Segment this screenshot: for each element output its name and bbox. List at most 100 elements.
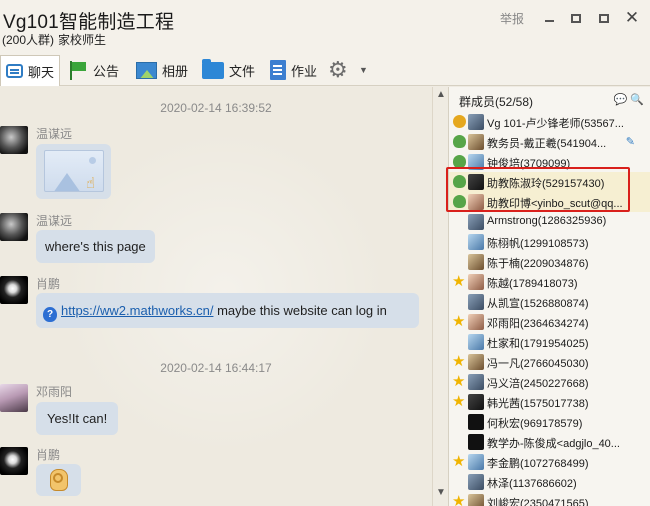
message-sender: 温谋远: [36, 214, 73, 228]
member-row[interactable]: 杜家和(1791954025): [449, 332, 650, 352]
member-name: Armstrong(1286325936): [487, 215, 607, 227]
folder-icon: [202, 58, 224, 79]
document-icon: [270, 60, 286, 80]
text-message: Yes!It can!: [36, 402, 119, 435]
member-row[interactable]: ★ 陈越(1789418073): [449, 272, 650, 292]
member-panel-tools: 💬 🔍: [611, 93, 644, 106]
member-name: 陈于楠(2209034876): [487, 258, 589, 270]
member-row[interactable]: ★ 刘峻宏(2350471565): [449, 492, 650, 506]
avatar: [468, 494, 484, 506]
member-row[interactable]: Vg 101-卢少锋老师(53567...: [449, 112, 650, 132]
avatar: [468, 314, 484, 330]
close-icon[interactable]: ✕: [623, 8, 641, 27]
member-name: 刘峻宏(2350471565): [487, 498, 589, 506]
pointer-hand-icon: ☝: [86, 175, 96, 192]
avatar: [468, 474, 484, 490]
member-row[interactable]: 教务员-戴正羲(541904... ✎: [449, 132, 650, 152]
owner-badge-icon: [453, 115, 466, 128]
member-row[interactable]: ★ 冯一凡(2766045030): [449, 352, 650, 372]
avatar: [468, 254, 484, 270]
member-name: 韩光茜(1575017738): [487, 398, 589, 410]
photo-icon: [136, 61, 157, 79]
member-name: 何秋宏(969178579): [487, 418, 583, 430]
tab-notice[interactable]: 公告: [68, 55, 119, 85]
avatar: [468, 294, 484, 310]
tab-homework[interactable]: 作业: [270, 55, 317, 85]
message-sender: 肖鹏: [36, 277, 61, 291]
member-row[interactable]: Armstrong(1286325936): [449, 212, 650, 232]
edit-icon[interactable]: ✎: [626, 135, 635, 148]
member-name: 杜家和(1791954025): [487, 338, 589, 350]
star-badge-icon: ★: [452, 373, 466, 390]
member-row[interactable]: 教学办-陈俊成<adgjlo_40...: [449, 432, 650, 452]
star-badge-icon: ★: [452, 493, 466, 506]
avatar: [468, 334, 484, 350]
group-title: Vg101智能制造工程: [3, 12, 175, 33]
member-panel: 群成员(52/58) 💬 🔍 Vg 101-卢少锋老师(53567... 教务员-…: [448, 87, 650, 506]
tab-file[interactable]: 文件: [202, 55, 255, 85]
restore-icon[interactable]: [595, 9, 613, 27]
chat-bubble-icon[interactable]: 💬: [614, 94, 628, 106]
avatar[interactable]: [0, 126, 28, 154]
avatar[interactable]: [0, 447, 28, 475]
settings-menu-button[interactable]: ⚙ ▼: [328, 55, 368, 85]
member-row[interactable]: 林泽(1137686602): [449, 472, 650, 492]
group-type: 家校师生: [58, 33, 107, 47]
tab-file-label: 文件: [229, 63, 256, 79]
group-subtitle: (200人群) 家校师生: [2, 31, 106, 48]
search-icon[interactable]: 🔍: [630, 94, 644, 106]
tab-album[interactable]: 相册: [136, 55, 188, 85]
flag-icon: [68, 60, 88, 80]
avatar: [468, 374, 484, 390]
member-row[interactable]: 陈栩帆(1299108573): [449, 232, 650, 252]
avatar[interactable]: [0, 276, 28, 304]
star-badge-icon: ★: [452, 353, 466, 370]
member-row[interactable]: 从凯宣(1526880874): [449, 292, 650, 312]
avatar: [468, 354, 484, 370]
avatar: [468, 274, 484, 290]
message-sender: 肖鹏: [36, 448, 61, 462]
member-name: 从凯宣(1526880874): [487, 298, 589, 310]
tab-chat[interactable]: 聊天: [0, 55, 60, 86]
member-row[interactable]: 何秋宏(969178579): [449, 412, 650, 432]
member-row[interactable]: ★ 邓雨阳(2364634274): [449, 312, 650, 332]
chat-message-area[interactable]: 2020-02-14 16:39:52 温谋远 ☝ 温谋远 where's th…: [0, 87, 432, 506]
avatar: [468, 114, 484, 130]
chevron-down-icon: ▼: [359, 65, 368, 75]
message-timestamp: 2020-02-14 16:39:52: [160, 101, 272, 115]
member-name: 林泽(1137686602): [487, 478, 577, 490]
member-name: 邓雨阳(2364634274): [487, 318, 589, 330]
panel-splitter[interactable]: ▲ ▼: [432, 87, 448, 506]
window-header: Vg101智能制造工程 (200人群) 家校师生 举报 ✕: [0, 0, 650, 52]
image-message[interactable]: ☝: [36, 144, 111, 199]
avatar[interactable]: [0, 213, 28, 241]
minimize-icon[interactable]: [540, 9, 558, 27]
star-badge-icon: ★: [452, 393, 466, 410]
admin-badge-icon: [453, 135, 466, 148]
avatar[interactable]: [0, 384, 28, 412]
maximize-icon[interactable]: [567, 9, 585, 27]
member-row[interactable]: ★ 冯义涪(2450227668): [449, 372, 650, 392]
member-name: 陈越(1789418073): [487, 278, 578, 290]
emoji-message[interactable]: [36, 464, 81, 496]
member-name: 李金鹏(1072768499): [487, 458, 589, 470]
scroll-down-icon[interactable]: ▼: [436, 487, 446, 498]
message-link[interactable]: https://ww2.mathworks.cn/: [61, 303, 213, 318]
avatar: [468, 214, 484, 230]
member-name: 教学办-陈俊成<adgjlo_40...: [487, 438, 620, 450]
message-text: maybe this website can log in: [213, 303, 387, 318]
star-badge-icon: ★: [452, 273, 466, 290]
tab-album-label: 相册: [162, 63, 189, 79]
avatar: [468, 134, 484, 150]
scroll-up-icon[interactable]: ▲: [436, 89, 446, 100]
group-member-count: (200人群): [2, 33, 55, 47]
member-row[interactable]: ★ 韩光茜(1575017738): [449, 392, 650, 412]
qq-penguin-avatar: [468, 414, 484, 430]
toolbar: 聊天 公告 相册 文件 作业 ⚙ ▼: [0, 52, 650, 86]
member-row[interactable]: ★ 李金鹏(1072768499): [449, 452, 650, 472]
member-row[interactable]: 陈于楠(2209034876): [449, 252, 650, 272]
highlight-annotation-box: [446, 167, 630, 212]
report-button[interactable]: 举报: [498, 9, 526, 27]
ok-hand-emoji-icon: [50, 469, 68, 491]
message-timestamp: 2020-02-14 16:44:17: [160, 361, 272, 375]
